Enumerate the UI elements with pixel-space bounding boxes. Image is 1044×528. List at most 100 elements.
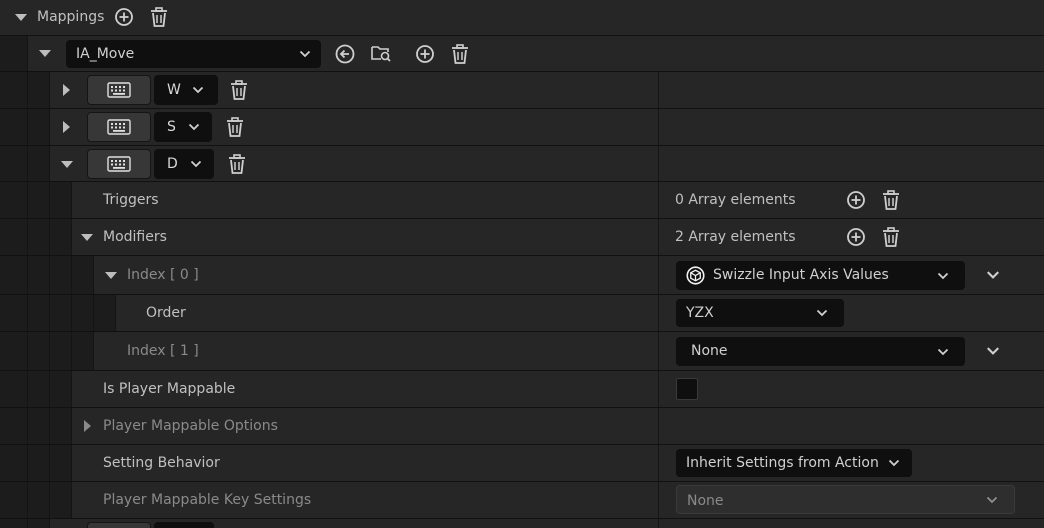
is-player-mappable-label: Is Player Mappable xyxy=(103,381,236,397)
player-mappable-options-row: Player Mappable Options xyxy=(0,408,1044,445)
column-divider xyxy=(658,109,659,145)
chevron-down-icon xyxy=(190,158,202,170)
indent-gutter xyxy=(0,36,28,71)
column-divider xyxy=(658,445,659,481)
order-row: Order YZX xyxy=(0,295,1044,332)
indent-gutter xyxy=(94,295,116,331)
plus-circle-icon xyxy=(414,43,436,65)
modifier-index-0-select[interactable]: Swizzle Input Axis Values xyxy=(676,261,965,290)
use-selected-asset-button[interactable] xyxy=(334,43,356,65)
collapse-mappings-arrow-icon[interactable] xyxy=(15,14,27,21)
trash-icon xyxy=(880,189,902,211)
collapse-index-0-arrow-icon[interactable] xyxy=(105,272,117,279)
keyboard-icon xyxy=(107,119,131,135)
indent-gutter xyxy=(0,182,28,218)
delete-key-button[interactable] xyxy=(224,116,246,138)
indent-gutter xyxy=(72,295,94,331)
indent-gutter xyxy=(28,182,50,218)
setting-behavior-value: Inherit Settings from Action xyxy=(686,455,879,471)
delete-key-button[interactable] xyxy=(228,79,250,101)
player-mappable-key-settings-select: None xyxy=(676,485,1015,514)
chevron-down-icon xyxy=(986,494,998,506)
column-divider xyxy=(658,408,659,444)
trash-icon xyxy=(228,79,250,101)
indent-gutter xyxy=(28,332,50,370)
mappings-header-row: Mappings xyxy=(0,0,1044,36)
trash-icon xyxy=(880,226,902,248)
key-capture-button[interactable] xyxy=(87,112,151,142)
indent-gutter xyxy=(72,332,94,370)
key-mapping-row-w: W xyxy=(0,72,1044,109)
column-divider xyxy=(658,295,659,331)
chevron-down-icon xyxy=(937,346,949,358)
column-divider xyxy=(658,146,659,181)
collapse-modifiers-arrow-icon[interactable] xyxy=(81,234,93,241)
key-select[interactable]: S xyxy=(154,112,212,142)
expand-player-mappable-options-arrow-icon[interactable] xyxy=(84,420,91,432)
add-modifier-button[interactable] xyxy=(845,226,867,248)
key-capture-button[interactable] xyxy=(87,522,151,528)
indent-gutter xyxy=(28,72,50,108)
indent-gutter xyxy=(28,219,50,255)
indent-gutter xyxy=(0,219,28,255)
key-capture-button[interactable] xyxy=(87,75,151,105)
index-1-options-chevron-icon[interactable] xyxy=(986,344,1000,358)
indent-gutter xyxy=(50,408,72,444)
chevron-down-icon xyxy=(816,307,828,319)
indent-gutter xyxy=(50,371,72,407)
indent-gutter xyxy=(50,219,72,255)
modifier-index-0-value: Swizzle Input Axis Values xyxy=(713,267,889,283)
indent-gutter xyxy=(28,371,50,407)
chevron-down-icon xyxy=(192,84,204,96)
delete-action-mapping-button[interactable] xyxy=(449,43,471,65)
plus-circle-icon xyxy=(845,226,867,248)
clear-modifiers-button[interactable] xyxy=(880,226,902,248)
key-capture-button[interactable] xyxy=(87,149,151,179)
indent-gutter xyxy=(0,519,28,528)
triggers-label: Triggers xyxy=(103,192,159,208)
key-select[interactable]: D xyxy=(154,149,214,179)
key-select-value: D xyxy=(167,156,178,172)
indent-gutter xyxy=(72,256,94,294)
delete-all-mappings-button[interactable] xyxy=(148,6,170,28)
indent-gutter xyxy=(28,482,50,518)
key-mapping-row-right xyxy=(659,109,1044,145)
add-key-mapping-button[interactable] xyxy=(414,43,436,65)
chevron-down-icon xyxy=(937,270,949,282)
add-trigger-button[interactable] xyxy=(845,189,867,211)
key-select-value: S xyxy=(167,119,176,135)
expand-key-arrow-icon[interactable] xyxy=(63,121,70,133)
indent-gutter xyxy=(50,182,72,218)
order-select[interactable]: YZX xyxy=(676,299,844,327)
collapse-key-arrow-icon[interactable] xyxy=(61,161,73,168)
indent-gutter xyxy=(28,519,50,528)
indent-gutter xyxy=(28,295,50,331)
player-mappable-key-settings-value: None xyxy=(687,493,724,509)
key-select[interactable] xyxy=(154,522,214,528)
index-0-options-chevron-icon[interactable] xyxy=(986,268,1000,282)
key-mapping-row-right xyxy=(659,146,1044,181)
expand-key-arrow-icon[interactable] xyxy=(63,84,70,96)
triggers-count: 0 Array elements xyxy=(675,192,796,208)
setting-behavior-select[interactable]: Inherit Settings from Action xyxy=(676,449,912,477)
clear-triggers-button[interactable] xyxy=(880,189,902,211)
action-select[interactable]: IA_Move xyxy=(66,40,321,68)
delete-key-button[interactable] xyxy=(226,153,248,175)
indent-gutter xyxy=(28,109,50,145)
is-player-mappable-checkbox[interactable] xyxy=(676,378,698,400)
is-player-mappable-row-left xyxy=(0,371,658,407)
modifiers-row-left xyxy=(0,219,658,255)
player-mappable-key-settings-row: Player Mappable Key Settings None xyxy=(0,482,1044,519)
indent-gutter xyxy=(0,256,28,294)
modifier-index-1-value: None xyxy=(691,343,728,359)
triggers-row-left xyxy=(0,182,658,218)
modifier-index-1-select[interactable]: None xyxy=(676,337,965,366)
indent-gutter xyxy=(28,445,50,481)
collapse-action-arrow-icon[interactable] xyxy=(39,50,51,57)
player-mappable-options-row-left xyxy=(0,408,658,444)
browse-asset-button[interactable] xyxy=(370,42,392,64)
key-mapping-row-partial xyxy=(0,519,1044,528)
add-mapping-button[interactable] xyxy=(113,6,135,28)
unreal-logo-icon xyxy=(686,266,705,285)
key-select[interactable]: W xyxy=(154,75,218,105)
